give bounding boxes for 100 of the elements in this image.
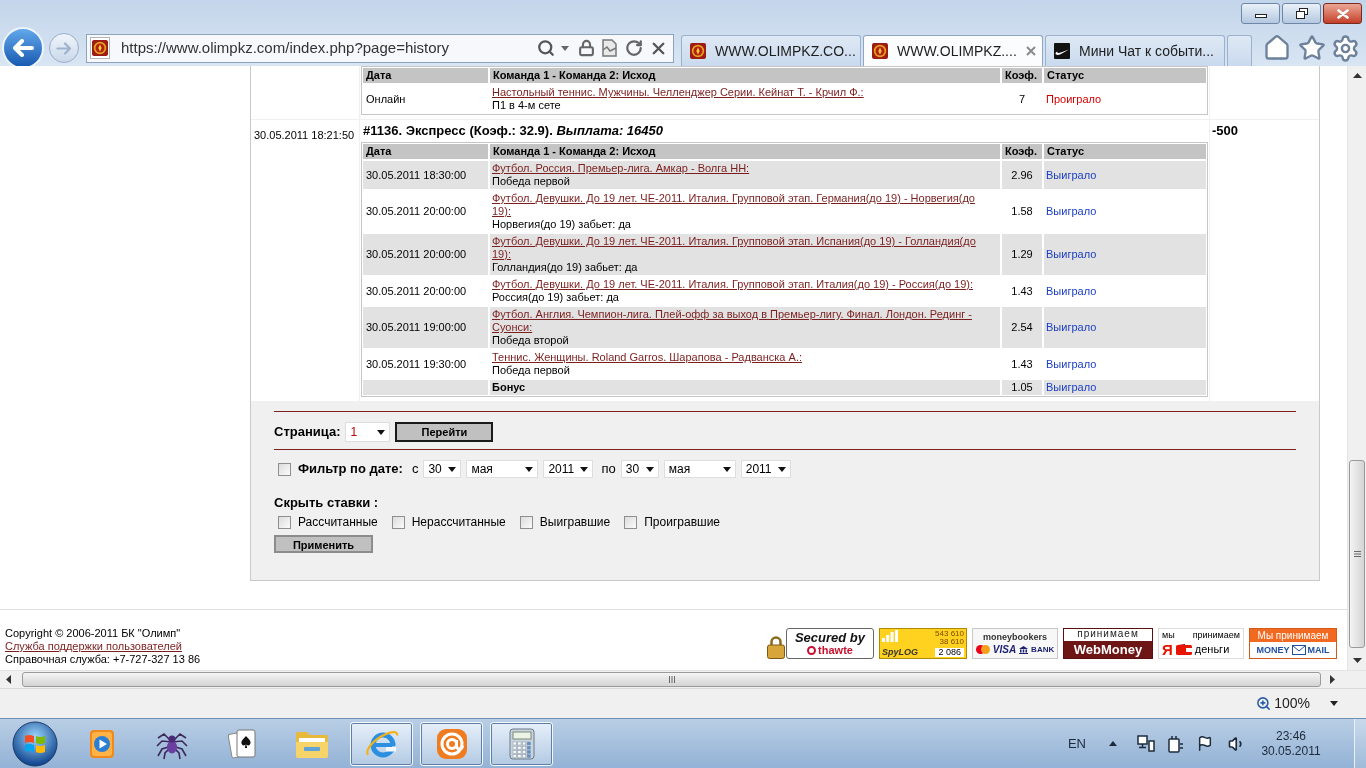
right-triangle-icon[interactable] <box>1330 675 1335 684</box>
checkbox[interactable] <box>391 516 405 529</box>
home-icon[interactable] <box>1262 34 1292 62</box>
checkbox[interactable] <box>519 516 533 529</box>
table-cell: Выиграло <box>1044 307 1206 348</box>
year-select[interactable]: 2011 <box>740 460 791 478</box>
caret-down-icon <box>561 45 569 51</box>
url-field[interactable]: https://www.olimpkz.com/index.php?page=history <box>121 39 537 57</box>
refresh-icon[interactable] <box>625 39 643 57</box>
page-select[interactable]: 1 <box>345 422 391 442</box>
table-cell: 30.05.2011 20:00:00 <box>363 234 488 275</box>
clock[interactable]: 23:46 30.05.2011 <box>1262 728 1320 759</box>
support-link[interactable]: Служба поддержки пользователей <box>5 640 182 653</box>
taskbar-button[interactable] <box>350 721 413 766</box>
column-header: Статус <box>1044 144 1206 159</box>
event-link[interactable]: Футбол. Девушки. До 19 лет. ЧЕ-2011. Италия. Групповой этап. Испания(до 19) - Голландия(до 19): <box>492 235 986 261</box>
settings-icon[interactable] <box>1331 33 1360 63</box>
column-header: Коэф. <box>1002 144 1042 159</box>
outcome-text: Победа второй <box>492 334 569 347</box>
up-triangle-icon[interactable] <box>1352 73 1362 78</box>
browser-tab[interactable]: Мини Чат к событи... <box>1045 35 1225 66</box>
restore-button[interactable] <box>1282 3 1321 24</box>
column-header: Коэф. <box>1002 68 1042 83</box>
column-header: Дата <box>363 68 488 83</box>
copyright-text: Copyright © 2006-2011 БК "Олимп" <box>5 627 181 640</box>
year-select[interactable]: 2011 <box>543 460 594 478</box>
outcome-text: Голландия(до 19) забьет: да <box>492 261 638 274</box>
browser-tab[interactable]: WWW.OLIMPKZ.CO... <box>681 35 861 66</box>
left-triangle-icon[interactable] <box>6 675 11 684</box>
go-button[interactable]: Перейти <box>395 422 494 442</box>
taskbar-button[interactable] <box>490 721 553 766</box>
table-cell: 2.96 <box>1002 161 1042 189</box>
caption-text: Мы принимаем <box>1250 629 1336 642</box>
caret-down-icon <box>448 466 457 472</box>
close-icon <box>1336 8 1349 19</box>
caption-text: принимаем <box>1076 629 1140 641</box>
month-select[interactable]: мая <box>466 460 539 478</box>
table-cell: 2.54 <box>1002 307 1042 348</box>
caption-text: мы <box>1162 631 1175 640</box>
language-indicator[interactable]: EN <box>1067 733 1086 754</box>
power-plug-icon[interactable] <box>1168 734 1184 753</box>
from-label: с <box>411 461 419 477</box>
apply-button[interactable]: Применить <box>274 535 373 553</box>
column-header: Дата <box>363 144 488 159</box>
outcome-text: Победа первой <box>492 175 570 188</box>
event-link[interactable]: Футбол. Девушки. До 19 лет. ЧЕ-2011. Италия. Групповой этап. Италия(до 19) - Россия(до 19): <box>492 278 974 291</box>
zoom-button[interactable]: 100% <box>1256 693 1338 714</box>
column-header: Команда 1 - Команда 2: Исход <box>490 144 1000 159</box>
to-label: по <box>601 461 616 477</box>
caption-text: принимаем <box>1192 631 1240 640</box>
star-icon[interactable] <box>1298 34 1326 62</box>
at-sign-icon <box>435 727 468 760</box>
day-select[interactable]: 30 <box>423 460 462 478</box>
minimize-button[interactable] <box>1241 3 1280 24</box>
caret-down-icon <box>377 429 386 435</box>
event-link[interactable]: Теннис. Женщины. Roland Garros. Шарапова - Радванска А.: <box>492 351 802 364</box>
search-icon[interactable] <box>537 39 555 57</box>
counter-value: 38 610 <box>939 638 964 646</box>
ring-icon <box>807 646 817 655</box>
page-icon[interactable] <box>602 39 617 57</box>
network-icon[interactable] <box>1137 735 1155 752</box>
event-link[interactable]: Футбол. Девушки. До 19 лет. ЧЕ-2011. Италия. Групповой этап. Германия(до 19) - Норвегия(до 19): <box>492 192 986 218</box>
flag-icon[interactable] <box>1197 735 1213 752</box>
close-icon[interactable] <box>1025 46 1036 56</box>
logo-text: thawte <box>818 645 853 656</box>
checkbox-label: Нерассчитанные <box>411 515 506 530</box>
event-link[interactable]: Настольный теннис. Мужчины. Челленджер Серии. Кейнат Т. - Крчил Ф.: <box>492 86 864 99</box>
table-cell: Выиграло <box>1044 380 1206 395</box>
checkbox[interactable] <box>278 462 291 476</box>
start-button[interactable] <box>12 720 58 767</box>
logo-text: moneybookers <box>983 632 1047 642</box>
hide-bets-label: Скрыть ставки : <box>274 495 379 511</box>
grip-icon <box>668 676 675 683</box>
bet-title: #1136. Экспресс (Коэф.: 32.9). Выплата: 16450 <box>362 122 664 140</box>
up-triangle-icon[interactable] <box>1109 741 1117 746</box>
scrollbar-thumb[interactable] <box>22 672 1321 687</box>
outcome-text: Россия(до 19) забьет: да <box>492 291 619 304</box>
bank-icon <box>1019 645 1029 654</box>
checkbox[interactable] <box>624 516 638 529</box>
checkbox[interactable] <box>278 516 291 529</box>
back-button[interactable] <box>2 27 44 69</box>
table-cell: 30.05.2011 18:21:50 <box>251 120 359 401</box>
down-triangle-icon[interactable] <box>1352 658 1362 663</box>
day-select[interactable]: 30 <box>620 460 659 478</box>
lock-icon[interactable] <box>578 39 595 57</box>
scrollbar-thumb[interactable] <box>1349 460 1365 648</box>
logo-text: MAIL <box>1307 645 1330 655</box>
event-link[interactable]: Футбол. Англия. Чемпион-лига. Плей-офф за выход в Премьер-лигу. Финал. Лондон. Рединг - Суонси: <box>492 308 986 334</box>
column-header: Статус <box>1044 68 1206 83</box>
logo-text: MONEY <box>1256 645 1290 655</box>
close-button[interactable] <box>1323 3 1362 24</box>
calculator-icon <box>508 727 535 760</box>
month-select[interactable]: мая <box>663 460 736 478</box>
seal-text: Secured by <box>794 631 866 644</box>
caret-down-icon <box>645 466 654 472</box>
zoom-in-icon <box>1256 696 1272 711</box>
browser-tab[interactable]: WWW.OLIMPKZ.... <box>863 35 1043 66</box>
checkbox-label: Рассчитанные <box>298 515 378 530</box>
event-link[interactable]: Футбол. Россия. Премьер-лига. Амкар - Волга НН: <box>492 162 750 175</box>
taskbar-button[interactable] <box>420 721 483 766</box>
